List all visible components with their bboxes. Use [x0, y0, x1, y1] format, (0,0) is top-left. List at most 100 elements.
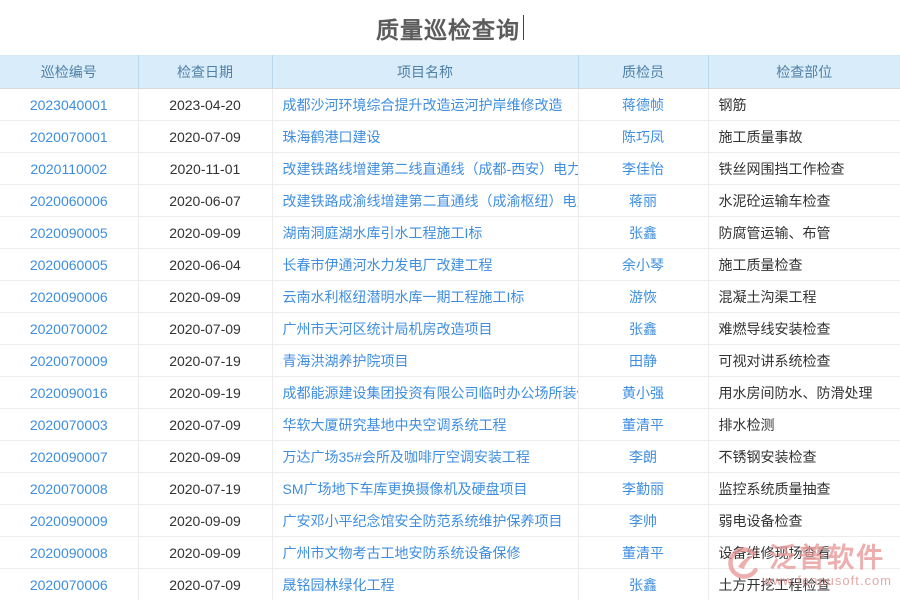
- inspector-link[interactable]: 游恢: [629, 289, 657, 305]
- inspection-id-link[interactable]: 2020070006: [30, 577, 108, 593]
- check-location-cell: 弱电设备检查: [708, 505, 900, 537]
- table-row: 2020060005 2020-06-04 长春市伊通河水力发电厂改建工程 余小…: [0, 249, 900, 281]
- project-name-link[interactable]: 改建铁路线增建第二线直通线（成都-西安）电力: [283, 161, 579, 177]
- table-row: 2020090005 2020-09-09 湖南洞庭湖水库引水工程施工I标 张鑫…: [0, 217, 900, 249]
- project-name-link[interactable]: 广安邓小平纪念馆安全防范系统维护保养项目: [283, 513, 563, 529]
- check-date-cell: 2020-07-19: [138, 345, 272, 377]
- check-location-cell: 施工质量检查: [708, 249, 900, 281]
- table-row: 2020090007 2020-09-09 万达广场35#会所及咖啡厅空调安装工…: [0, 441, 900, 473]
- check-location-cell: 防腐管运输、布管: [708, 217, 900, 249]
- table-row: 2020090006 2020-09-09 云南水利枢纽潜明水库一期工程施工I标…: [0, 281, 900, 313]
- project-name-link[interactable]: 成都沙河环境综合提升改造运河护岸维修改造: [283, 97, 563, 113]
- inspector-link[interactable]: 余小琴: [622, 257, 664, 273]
- inspection-id-link[interactable]: 2020060006: [30, 193, 108, 209]
- inspector-link[interactable]: 蒋德帧: [622, 97, 664, 113]
- check-date-cell: 2020-09-09: [138, 441, 272, 473]
- inspector-link[interactable]: 董清平: [622, 417, 664, 433]
- check-date-cell: 2020-11-01: [138, 153, 272, 185]
- check-date-cell: 2020-09-09: [138, 281, 272, 313]
- table-row: 2020070006 2020-07-09 晟铭园林绿化工程 张鑫 土方开挖工程…: [0, 569, 900, 600]
- text-cursor: [523, 15, 524, 40]
- inspector-link[interactable]: 黄小强: [622, 385, 664, 401]
- inspector-link[interactable]: 张鑫: [629, 577, 657, 593]
- table-row: 2020070008 2020-07-19 SM广场地下车库更换摄像机及硬盘项目…: [0, 473, 900, 505]
- inspection-id-link[interactable]: 2020070008: [30, 481, 108, 497]
- table-header-row: 巡检编号 检查日期 项目名称 质检员 检查部位: [0, 56, 900, 89]
- check-location-cell: 不锈钢安装检查: [708, 441, 900, 473]
- header-project-name: 项目名称: [272, 56, 578, 89]
- check-location-cell: 水泥砼运输车检查: [708, 185, 900, 217]
- table-row: 2020090008 2020-09-09 广州市文物考古工地安防系统设备保修 …: [0, 537, 900, 569]
- header-inspector: 质检员: [578, 56, 708, 89]
- header-check-location: 检查部位: [708, 56, 900, 89]
- check-date-cell: 2020-07-09: [138, 313, 272, 345]
- page-title: 质量巡检查询: [376, 11, 520, 45]
- project-name-link[interactable]: 云南水利枢纽潜明水库一期工程施工I标: [283, 289, 525, 305]
- inspection-id-link[interactable]: 2020090005: [30, 225, 108, 241]
- check-location-cell: 混凝土沟渠工程: [708, 281, 900, 313]
- inspector-link[interactable]: 蒋丽: [629, 193, 657, 209]
- check-date-cell: 2020-09-09: [138, 505, 272, 537]
- check-location-cell: 可视对讲系统检查: [708, 345, 900, 377]
- check-date-cell: 2020-06-04: [138, 249, 272, 281]
- inspector-link[interactable]: 李勤丽: [622, 481, 664, 497]
- table-row: 2020060006 2020-06-07 改建铁路成渝线增建第二直通线（成渝枢…: [0, 185, 900, 217]
- inspection-id-link[interactable]: 2020090007: [30, 449, 108, 465]
- project-name-link[interactable]: 长春市伊通河水力发电厂改建工程: [283, 257, 493, 273]
- inspection-id-link[interactable]: 2020110002: [30, 161, 107, 177]
- check-location-cell: 铁丝网围挡工作检查: [708, 153, 900, 185]
- title-bar: 质量巡检查询: [0, 0, 900, 55]
- project-name-link[interactable]: SM广场地下车库更换摄像机及硬盘项目: [283, 481, 528, 497]
- inspector-link[interactable]: 陈巧凤: [622, 129, 664, 145]
- inspection-id-link[interactable]: 2020070002: [30, 321, 108, 337]
- check-date-cell: 2020-06-07: [138, 185, 272, 217]
- project-name-link[interactable]: 湖南洞庭湖水库引水工程施工I标: [283, 225, 483, 241]
- inspector-link[interactable]: 张鑫: [629, 225, 657, 241]
- project-name-link[interactable]: 晟铭园林绿化工程: [283, 577, 395, 593]
- project-name-link[interactable]: 广州市文物考古工地安防系统设备保修: [283, 545, 521, 561]
- check-location-cell: 难燃导线安装检查: [708, 313, 900, 345]
- project-name-link[interactable]: 华软大厦研究基地中央空调系统工程: [283, 417, 507, 433]
- inspector-link[interactable]: 李帅: [629, 513, 657, 529]
- inspection-id-link[interactable]: 2020070001: [30, 129, 108, 145]
- inspection-id-link[interactable]: 2020060005: [30, 257, 108, 273]
- inspector-link[interactable]: 田静: [629, 353, 657, 369]
- inspection-id-link[interactable]: 2020090008: [30, 545, 108, 561]
- inspection-id-link[interactable]: 2023040001: [30, 97, 108, 113]
- check-date-cell: 2020-09-09: [138, 537, 272, 569]
- check-location-cell: 钢筋: [708, 89, 900, 121]
- table-row: 2020070009 2020-07-19 青海洪湖养护院项目 田静 可视对讲系…: [0, 345, 900, 377]
- inspection-id-link[interactable]: 2020070003: [30, 417, 108, 433]
- header-check-date: 检查日期: [138, 56, 272, 89]
- table-row: 2023040001 2023-04-20 成都沙河环境综合提升改造运河护岸维修…: [0, 89, 900, 121]
- check-location-cell: 施工质量事故: [708, 121, 900, 153]
- table-row: 2020070003 2020-07-09 华软大厦研究基地中央空调系统工程 董…: [0, 409, 900, 441]
- inspector-link[interactable]: 张鑫: [629, 321, 657, 337]
- project-name-link[interactable]: 广州市天河区统计局机房改造项目: [283, 321, 493, 337]
- inspection-id-link[interactable]: 2020090009: [30, 513, 108, 529]
- check-date-cell: 2020-07-19: [138, 473, 272, 505]
- inspection-table: 巡检编号 检查日期 项目名称 质检员 检查部位 2023040001 2023-…: [0, 55, 900, 600]
- inspector-link[interactable]: 董清平: [622, 545, 664, 561]
- project-name-link[interactable]: 改建铁路成渝线增建第二直通线（成渝枢纽）电力: [283, 193, 579, 209]
- table-row: 2020070002 2020-07-09 广州市天河区统计局机房改造项目 张鑫…: [0, 313, 900, 345]
- table-row: 2020110002 2020-11-01 改建铁路线增建第二线直通线（成都-西…: [0, 153, 900, 185]
- check-location-cell: 用水房间防水、防滑处理: [708, 377, 900, 409]
- check-location-cell: 监控系统质量抽查: [708, 473, 900, 505]
- table-row: 2020090009 2020-09-09 广安邓小平纪念馆安全防范系统维护保养…: [0, 505, 900, 537]
- inspector-link[interactable]: 李佳怡: [622, 161, 664, 177]
- header-inspection-id: 巡检编号: [0, 56, 138, 89]
- inspection-id-link[interactable]: 2020070009: [30, 353, 108, 369]
- check-date-cell: 2020-07-09: [138, 409, 272, 441]
- table-body: 2023040001 2023-04-20 成都沙河环境综合提升改造运河护岸维修…: [0, 89, 900, 600]
- check-date-cell: 2023-04-20: [138, 89, 272, 121]
- project-name-link[interactable]: 成都能源建设集团投资有限公司临时办公场所装修: [283, 385, 579, 401]
- project-name-link[interactable]: 青海洪湖养护院项目: [283, 353, 409, 369]
- check-location-cell: 排水检测: [708, 409, 900, 441]
- inspection-id-link[interactable]: 2020090006: [30, 289, 108, 305]
- check-date-cell: 2020-07-09: [138, 121, 272, 153]
- inspection-id-link[interactable]: 2020090016: [30, 385, 108, 401]
- project-name-link[interactable]: 万达广场35#会所及咖啡厅空调安装工程: [283, 449, 530, 465]
- project-name-link[interactable]: 珠海鹤港口建设: [283, 129, 381, 145]
- inspector-link[interactable]: 李朗: [629, 449, 657, 465]
